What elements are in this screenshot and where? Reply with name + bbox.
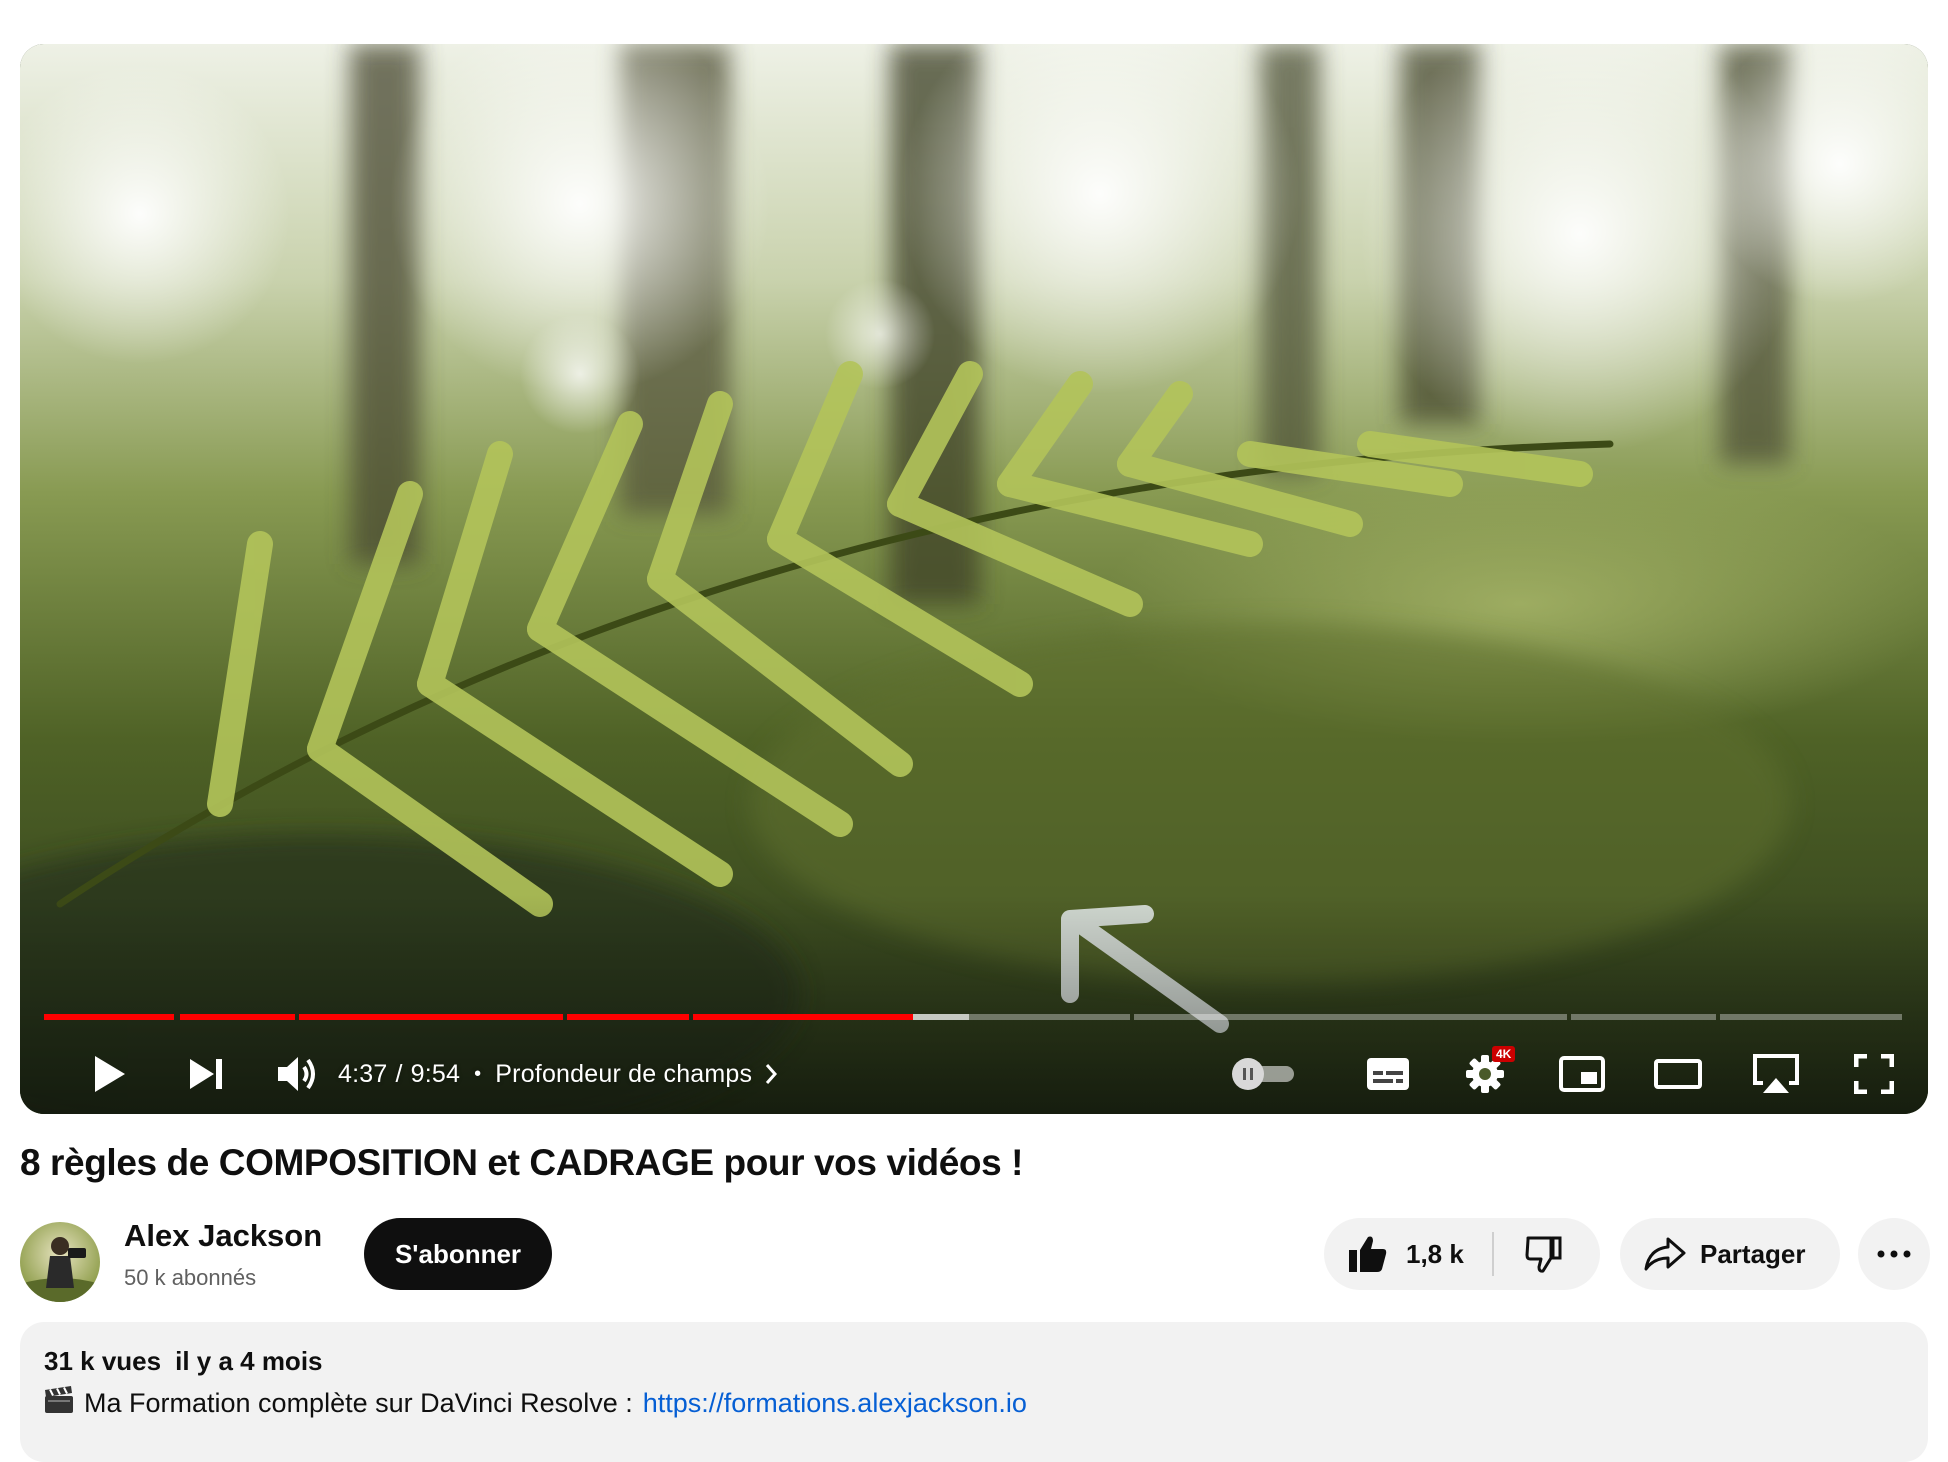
chapter-title: Profondeur de champs: [495, 1059, 753, 1088]
channel-avatar[interactable]: [20, 1222, 100, 1302]
video-meta: 31 k vues il y a 4 mois: [44, 1346, 323, 1377]
like-button[interactable]: 1,8 k: [1324, 1218, 1492, 1290]
subscribe-button[interactable]: S'abonner: [364, 1218, 552, 1290]
quality-badge: 4K: [1492, 1046, 1516, 1062]
video-player[interactable]: 4:37 / 9:54 • Profondeur de champs 4K: [20, 44, 1928, 1114]
clapperboard-icon: [44, 1386, 74, 1421]
autoplay-toggle[interactable]: [1232, 1056, 1296, 1090]
fullscreen-icon: [1854, 1054, 1894, 1094]
subtitles-button[interactable]: [1348, 1034, 1428, 1114]
time-separator: /: [395, 1059, 403, 1088]
chapter-bullet: •: [474, 1062, 482, 1085]
share-label: Partager: [1700, 1238, 1806, 1269]
subtitles-icon: [1367, 1058, 1409, 1090]
play-icon: [95, 1056, 125, 1092]
duration: 9:54: [410, 1059, 461, 1088]
miniplayer-icon: [1559, 1056, 1605, 1092]
airplay-icon: [1753, 1054, 1799, 1093]
autoplay-pause-icon: [1243, 1068, 1253, 1080]
subscriber-count: 50 k abonnés: [124, 1265, 257, 1290]
description-text: Ma Formation complète sur DaVinci Resolv…: [84, 1388, 633, 1418]
next-button[interactable]: [166, 1034, 246, 1114]
theater-mode-icon: [1654, 1059, 1702, 1089]
like-count: 1,8 k: [1406, 1238, 1464, 1269]
autoplay-knob: [1232, 1058, 1264, 1090]
share-button[interactable]: Partager: [1620, 1218, 1840, 1290]
next-icon: [190, 1059, 222, 1089]
miniplayer-button[interactable]: [1542, 1034, 1622, 1114]
time-display: 4:37 / 9:54 • Profondeur de champs: [338, 1034, 778, 1114]
player-controls: 4:37 / 9:54 • Profondeur de champs 4K: [20, 1034, 1928, 1114]
more-horizontal-icon: [1877, 1250, 1911, 1258]
channel-name[interactable]: Alex Jackson: [124, 1218, 322, 1254]
description-box[interactable]: 31 k vues il y a 4 mois Ma Formation comp…: [20, 1322, 1928, 1462]
chevron-right-icon: [766, 1064, 778, 1084]
view-count: 31 k vues: [44, 1346, 162, 1376]
played-fill: [44, 1014, 174, 1020]
theater-mode-button[interactable]: [1638, 1034, 1718, 1114]
upload-date: il y a 4 mois: [175, 1346, 323, 1376]
play-button[interactable]: [70, 1034, 150, 1114]
description-link[interactable]: https://formations.alexjackson.io: [643, 1388, 1027, 1419]
chapter-segment: [1720, 1014, 1902, 1020]
played-fill: [566, 1014, 690, 1020]
chapter-button[interactable]: Profondeur de champs: [495, 1060, 778, 1089]
description-line: Ma Formation complète sur DaVinci Resolv…: [44, 1386, 1027, 1421]
chapter-segment: [1134, 1014, 1568, 1020]
like-dislike-group: 1,8 k: [1324, 1218, 1600, 1290]
avatar-image: [20, 1222, 100, 1302]
chapter-segment: [1571, 1014, 1716, 1020]
more-actions-button[interactable]: [1858, 1218, 1930, 1290]
video-title: 8 règles de COMPOSITION et CADRAGE pour …: [20, 1142, 1024, 1183]
played-fill: [179, 1014, 295, 1020]
fullscreen-button[interactable]: [1834, 1034, 1914, 1114]
dislike-button[interactable]: [1494, 1218, 1594, 1290]
thumbs-up-icon: [1349, 1236, 1387, 1272]
current-time: 4:37: [338, 1059, 388, 1088]
played-fill: [693, 1014, 913, 1020]
volume-button[interactable]: [258, 1034, 338, 1114]
volume-icon: [278, 1057, 315, 1091]
played-fill: [298, 1014, 563, 1020]
thumbs-down-icon: [1525, 1236, 1562, 1273]
share-icon: [1644, 1237, 1686, 1271]
progress-bar[interactable]: [44, 1014, 1904, 1020]
airplay-button[interactable]: [1736, 1034, 1816, 1114]
